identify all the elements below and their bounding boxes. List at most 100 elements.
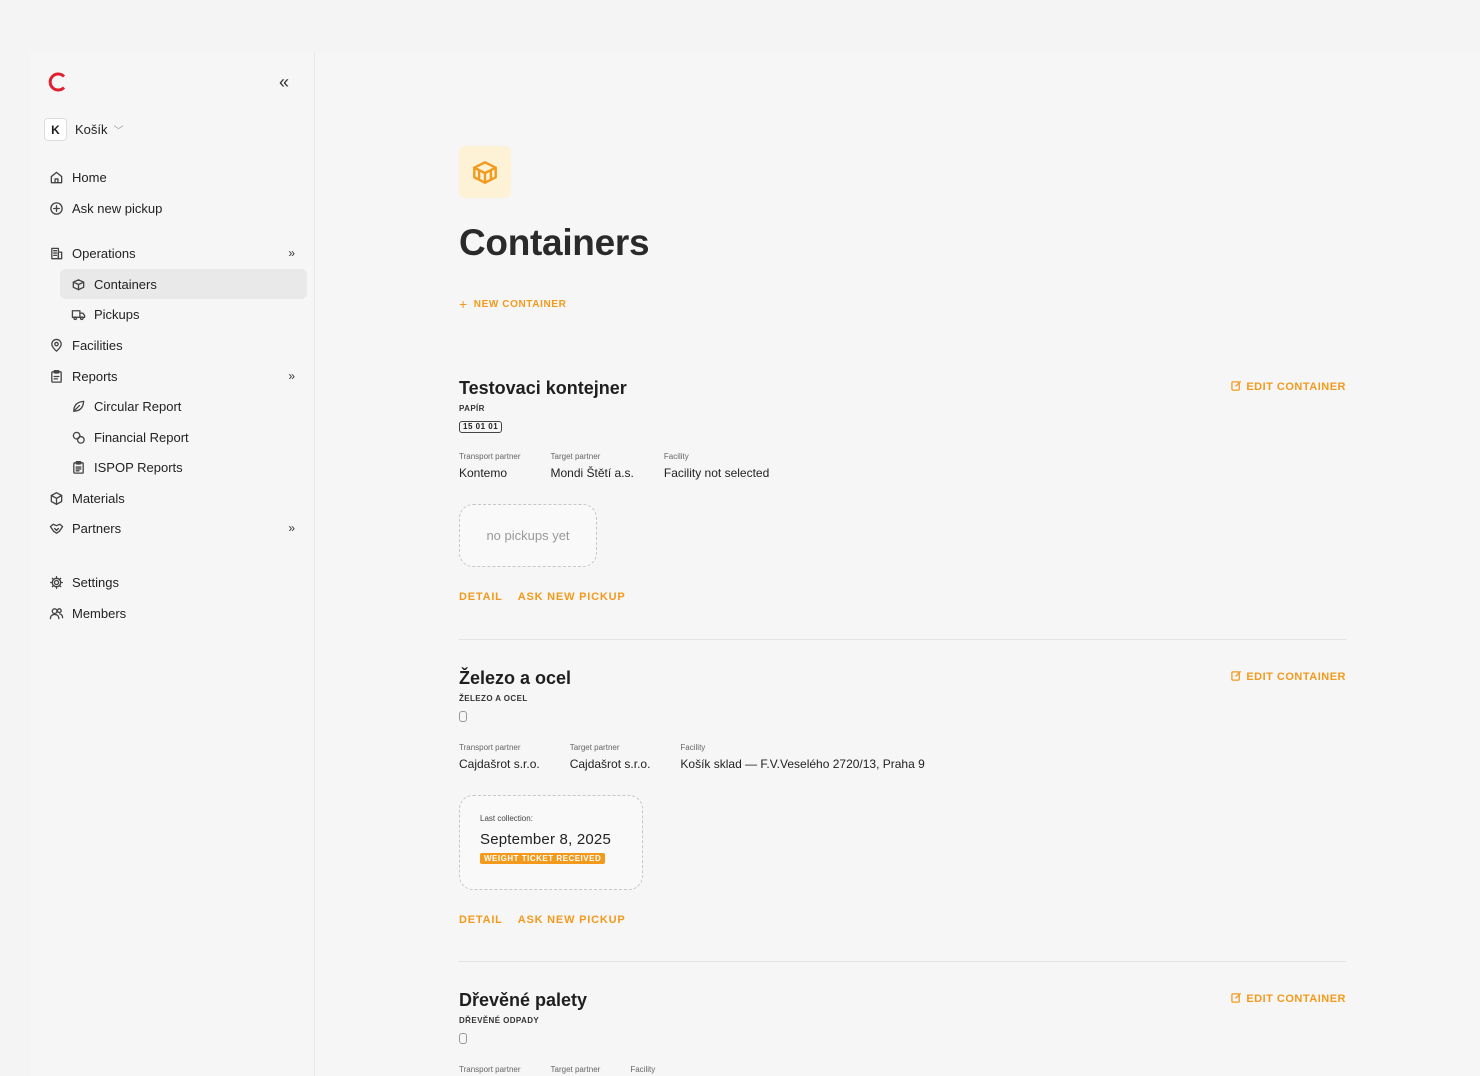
chevron-down-icon: ﹀: [113, 126, 124, 137]
container-card: Dřevěné palety DŘEVĚNÉ ODPADY EDIT CONTA…: [459, 990, 1346, 1074]
sidebar-item-partners[interactable]: Partners »: [40, 513, 307, 543]
sidebar-item-settings[interactable]: Settings: [40, 567, 307, 597]
waste-code-chip: [459, 1033, 467, 1044]
new-container-button[interactable]: + NEW CONTAINER: [459, 296, 566, 312]
org-name: Košík: [75, 122, 108, 137]
container-name: Železo a ocel: [459, 668, 572, 688]
sidebar-item-ask-new-pickup[interactable]: Ask new pickup: [40, 193, 307, 223]
transport-partner: Transport partner: [459, 1065, 521, 1074]
container-material: ŽELEZO A OCEL: [459, 694, 528, 703]
partner-info-row: Transport partner Target partner Facilit…: [459, 1065, 1346, 1074]
location-pin-icon: [48, 337, 64, 353]
sidebar: « K Košík ﹀ Home Ask new pickup Operatio…: [30, 52, 315, 1076]
sidebar-item-operations[interactable]: Operations »: [40, 238, 307, 268]
last-collection-date: September 8, 2025: [480, 831, 611, 848]
facility-value: Košík sklad — F.V.Veselého 2720/13, Prah…: [680, 757, 925, 771]
waste-code-chip: [459, 711, 467, 722]
status-badge: WEIGHT TICKET RECEIVED: [480, 853, 606, 864]
edit-container-label: EDIT CONTAINER: [1246, 993, 1346, 1005]
brand-logo-icon[interactable]: [47, 71, 69, 93]
facility: Facility Facility not selected: [664, 452, 769, 480]
facility-label: Facility: [663, 452, 689, 461]
clipboard-list-icon: [70, 459, 86, 475]
container-material: DŘEVĚNÉ ODPADY: [459, 1016, 540, 1025]
facility-label: Facility: [680, 743, 706, 752]
org-switcher[interactable]: K Košík ﹀: [44, 118, 124, 141]
edit-icon: [1231, 670, 1242, 684]
sidebar-item-members[interactable]: Members: [40, 598, 307, 628]
truck-icon: [70, 306, 86, 322]
plus-icon: +: [459, 296, 468, 312]
target-partner-label: Target partner: [550, 452, 601, 461]
sidebar-item-ispop-reports[interactable]: ISPOP Reports: [40, 452, 307, 482]
building-icon: [48, 245, 64, 261]
sidebar-item-facilities[interactable]: Facilities: [40, 330, 307, 360]
edit-icon: [1231, 380, 1242, 394]
chevrons-down-icon[interactable]: »: [288, 369, 295, 383]
partner-info-row: Transport partner Cajdašrot s.r.o. Targe…: [459, 743, 1346, 771]
sidebar-item-label: Circular Report: [94, 398, 182, 414]
transport-partner-label: Transport partner: [459, 1065, 521, 1074]
sidebar-item-reports[interactable]: Reports »: [40, 361, 307, 391]
box-icon: [48, 490, 64, 506]
org-avatar: K: [44, 118, 67, 141]
sidebar-item-containers[interactable]: Containers: [60, 269, 307, 299]
sidebar-item-label: Home: [72, 169, 107, 185]
chevrons-down-icon[interactable]: »: [288, 246, 295, 260]
target-partner: Target partner Cajdašrot s.r.o.: [570, 743, 651, 771]
target-partner-value: Mondi Štětí a.s.: [550, 466, 634, 480]
container-card: Testovaci kontejner PAPÍR 15 01 01 EDIT …: [459, 378, 1346, 603]
card-actions: DETAIL ASK NEW PICKUP: [459, 914, 1346, 926]
sidebar-item-home[interactable]: Home: [40, 162, 307, 192]
transport-partner-label: Transport partner: [459, 452, 521, 461]
edit-container-button[interactable]: EDIT CONTAINER: [1231, 380, 1346, 394]
ask-new-pickup-link[interactable]: ASK NEW PICKUP: [518, 914, 626, 926]
sidebar-item-materials[interactable]: Materials: [40, 483, 307, 513]
container-name: Testovaci kontejner: [459, 378, 627, 398]
container-material: PAPÍR: [459, 404, 485, 413]
last-collection-box[interactable]: Last collection: September 8, 2025 WEIGH…: [459, 795, 643, 890]
clipboard-icon: [48, 368, 64, 384]
ask-new-pickup-link[interactable]: ASK NEW PICKUP: [518, 591, 626, 603]
target-partner-label: Target partner: [569, 743, 620, 752]
sidebar-item-pickups[interactable]: Pickups: [40, 299, 307, 329]
sidebar-item-label: Reports: [72, 368, 118, 384]
home-icon: [48, 169, 64, 185]
collapse-sidebar-icon[interactable]: «: [274, 72, 294, 92]
target-partner: Target partner: [551, 1065, 601, 1074]
sidebar-item-label: Containers: [94, 276, 157, 292]
detail-link[interactable]: DETAIL: [459, 591, 503, 603]
container-card: Železo a ocel ŽELEZO A OCEL EDIT CONTAIN…: [459, 668, 1346, 926]
detail-link[interactable]: DETAIL: [459, 914, 503, 926]
facility-label: Facility: [630, 1065, 656, 1074]
leaf-icon: [70, 398, 86, 414]
sidebar-item-label: Operations: [72, 245, 136, 261]
sidebar-item-label: Partners: [72, 520, 122, 536]
app-shell: « K Košík ﹀ Home Ask new pickup Operatio…: [30, 52, 1480, 1076]
transport-partner: Transport partner Kontemo: [459, 452, 521, 480]
edit-container-button[interactable]: EDIT CONTAINER: [1231, 992, 1346, 1006]
chevrons-right-icon[interactable]: »: [288, 521, 295, 535]
card-divider: [459, 639, 1346, 640]
facility: Facility: [630, 1065, 655, 1074]
sidebar-item-label: Pickups: [94, 306, 140, 322]
edit-icon: [1231, 992, 1242, 1006]
facility-value: Facility not selected: [663, 466, 770, 480]
handshake-icon: [48, 520, 64, 536]
sidebar-item-financial-report[interactable]: Financial Report: [40, 422, 307, 452]
new-container-label: NEW CONTAINER: [473, 298, 567, 310]
users-icon: [48, 605, 64, 621]
no-pickups-placeholder: no pickups yet: [459, 504, 597, 567]
target-partner: Target partner Mondi Štětí a.s.: [551, 452, 634, 480]
sidebar-item-circular-report[interactable]: Circular Report: [40, 391, 307, 421]
card-actions: DETAIL ASK NEW PICKUP: [459, 591, 1346, 603]
target-partner-label: Target partner: [550, 1065, 601, 1074]
transport-partner-value: Kontemo: [459, 466, 508, 480]
edit-container-button[interactable]: EDIT CONTAINER: [1231, 670, 1346, 684]
container-icon: [70, 276, 86, 292]
edit-container-label: EDIT CONTAINER: [1246, 381, 1346, 393]
sidebar-item-label: Facilities: [72, 337, 123, 353]
card-divider: [459, 961, 1346, 962]
sidebar-item-label: Materials: [72, 490, 125, 506]
page-title: Containers: [459, 222, 650, 263]
